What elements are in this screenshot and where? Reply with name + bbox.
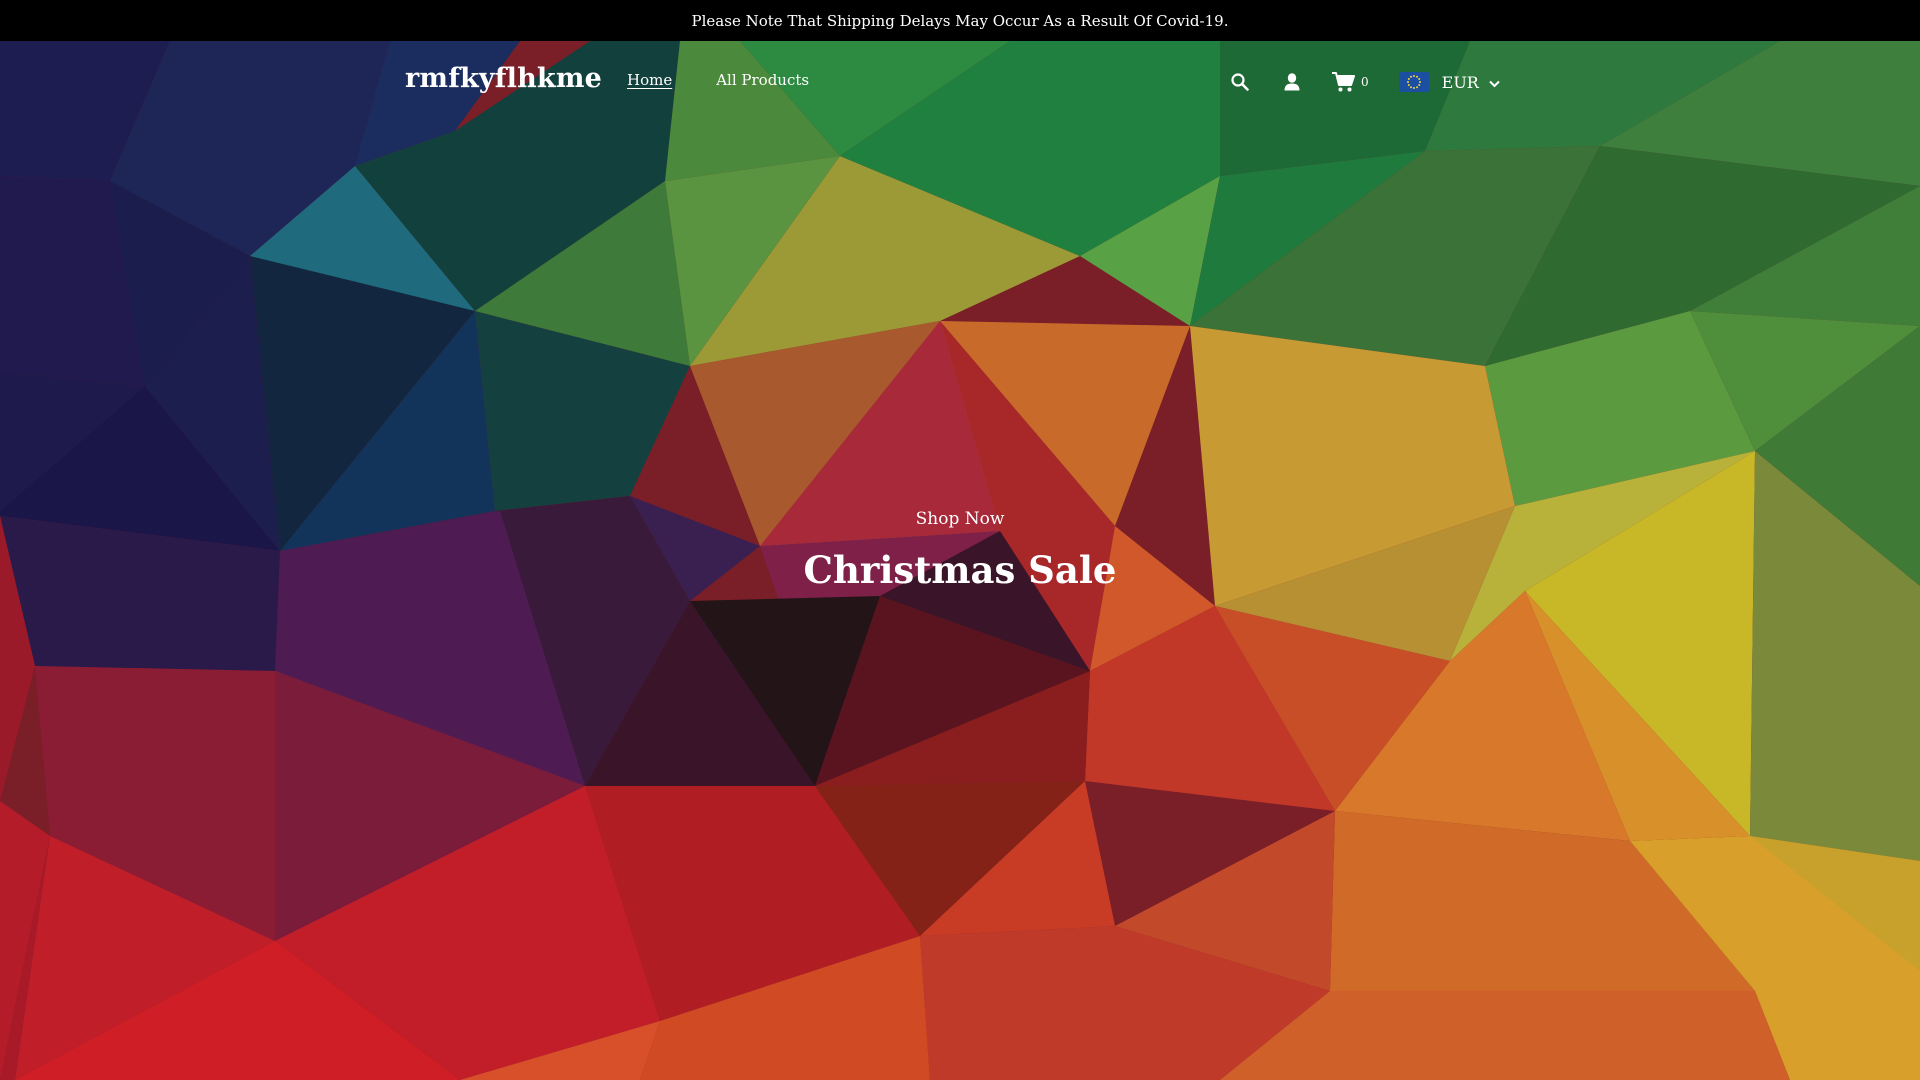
announcement-bar: Please Note That Shipping Delays May Occ… bbox=[0, 0, 1920, 41]
search-icon[interactable] bbox=[1228, 70, 1252, 94]
chevron-down-icon bbox=[1489, 73, 1500, 92]
hero-background-image bbox=[0, 41, 1920, 1080]
user-icon[interactable] bbox=[1280, 70, 1304, 94]
cart-button[interactable]: 0 bbox=[1331, 70, 1369, 94]
currency-selector[interactable]: EUR bbox=[1398, 72, 1500, 92]
nav-link-home[interactable]: Home bbox=[627, 71, 672, 89]
site-header: rmfkyflhkme Home All Products 0 EUR bbox=[0, 41, 1920, 121]
main-nav: Home All Products bbox=[627, 71, 809, 89]
nav-link-all-products[interactable]: All Products bbox=[716, 71, 809, 89]
currency-code: EUR bbox=[1441, 72, 1479, 92]
shop-now-link[interactable]: Shop Now bbox=[0, 509, 1920, 529]
site-logo[interactable]: rmfkyflhkme bbox=[405, 63, 602, 94]
hero-banner bbox=[0, 41, 1920, 1080]
cart-count: 0 bbox=[1361, 75, 1369, 89]
announcement-text: Please Note That Shipping Delays May Occ… bbox=[691, 11, 1229, 30]
eu-flag-icon bbox=[1398, 72, 1429, 92]
header-icons: 0 EUR bbox=[1228, 67, 1500, 97]
cart-icon bbox=[1331, 70, 1355, 94]
